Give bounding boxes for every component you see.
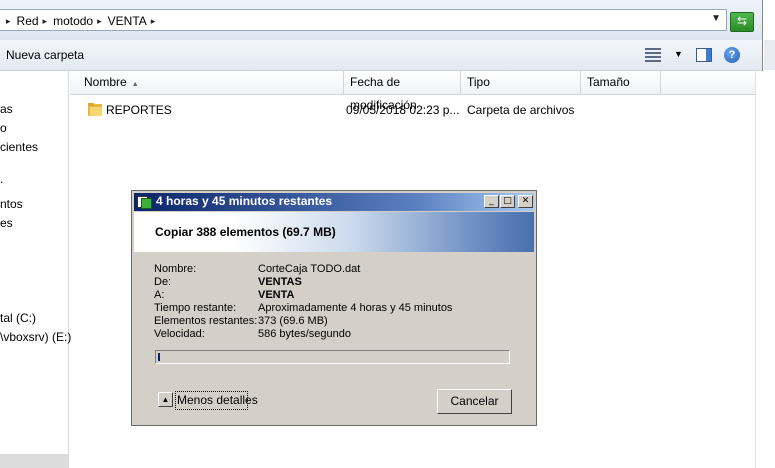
detail-value: 373 (69.6 MB): [258, 315, 328, 327]
close-button[interactable]: ✕: [518, 195, 533, 208]
progress-fill: [158, 353, 160, 361]
chevron-right-icon[interactable]: ▸: [93, 16, 108, 27]
navigation-pane-footer: [0, 454, 68, 468]
progress-bar: [155, 350, 510, 364]
content-border: [755, 71, 763, 468]
file-row[interactable]: REPORTES 09/05/2018 02:23 p... Carpeta d…: [70, 100, 755, 120]
detail-value: Aproximadamente 4 horas y 45 minutos: [258, 302, 453, 314]
file-type: Carpeta de archivos: [467, 103, 575, 117]
column-header-type-label: Tipo: [467, 75, 490, 89]
column-header-type[interactable]: Tipo: [461, 71, 581, 94]
nav-item[interactable]: es: [0, 216, 13, 230]
detail-label: Velocidad:: [154, 328, 205, 340]
maximize-button[interactable]: □: [500, 195, 515, 208]
nav-item[interactable]: as: [0, 102, 13, 116]
dialog-title: 4 horas y 45 minutos restantes: [156, 194, 333, 208]
nav-item[interactable]: ntos: [0, 197, 23, 211]
minimize-button[interactable]: _: [484, 195, 499, 208]
nav-item[interactable]: .: [0, 172, 3, 186]
chevron-right-icon[interactable]: ▸: [147, 16, 162, 27]
chevron-up-icon[interactable]: ▲: [158, 392, 173, 407]
copy-icon: [137, 195, 152, 209]
detail-value[interactable]: VENTAS: [258, 276, 302, 289]
breadcrumb-items: ▸ Red ▸ motodo ▸ VENTA ▸: [2, 14, 161, 28]
detail-value: CorteCaja TODO.dat: [258, 263, 361, 275]
file-name: REPORTES: [106, 103, 172, 117]
column-header-name-label: Nombre: [84, 75, 127, 89]
dialog-titlebar[interactable]: 4 horas y 45 minutos restantes _ □ ✕: [134, 193, 534, 211]
address-bar: ▸ Red ▸ motodo ▸ VENTA ▸ ▼ ⇆: [0, 0, 762, 40]
nav-item[interactable]: cientes: [0, 140, 38, 154]
copy-progress-dialog: 4 horas y 45 minutos restantes _ □ ✕ Cop…: [131, 190, 537, 426]
detail-label: Elementos restantes:: [154, 315, 258, 327]
detail-label: De:: [154, 276, 172, 288]
new-folder-button[interactable]: Nueva carpeta: [6, 48, 84, 62]
file-modified: 09/05/2018 02:23 p...: [346, 103, 460, 117]
column-header-size-label: Tamaño: [587, 75, 630, 89]
column-headers: Nombre ▲ Fecha de modificación Tipo Tamañ…: [70, 71, 755, 112]
window-edge: [762, 0, 775, 468]
detail-row-time-remaining: Tiempo restante: Aproximadamente 4 horas…: [154, 302, 474, 315]
detail-row-to: A: VENTA: [154, 289, 474, 302]
folder-icon: [88, 103, 102, 116]
detail-label: A:: [154, 289, 165, 301]
address-history-dropdown[interactable]: ▼: [711, 13, 721, 24]
nav-item-drive-e[interactable]: \vboxsrv) (E:): [0, 330, 71, 344]
views-icon[interactable]: [645, 47, 661, 62]
less-details-button[interactable]: Menos detalles: [175, 391, 258, 410]
command-bar: Nueva carpeta ▼ ?: [0, 40, 762, 71]
detail-label: Tiempo restante:: [154, 302, 237, 314]
detail-label: Nombre:: [154, 263, 197, 275]
chevron-down-icon[interactable]: ▼: [674, 49, 683, 59]
window-edge-control: [764, 40, 775, 70]
nav-item-drive-c[interactable]: tal (C:): [0, 311, 36, 325]
breadcrumb-item-motodo[interactable]: motodo: [53, 14, 93, 28]
detail-value[interactable]: VENTA: [258, 289, 294, 302]
navigation-pane: as o cientes . ntos es tal (C:) \vboxsrv…: [0, 71, 71, 468]
nav-item[interactable]: o: [0, 121, 7, 135]
detail-value: 586 bytes/segundo: [258, 328, 351, 340]
detail-row-speed: Velocidad: 586 bytes/segundo: [154, 328, 474, 341]
detail-row-items-remaining: Elementos restantes: 373 (69.6 MB): [154, 315, 474, 328]
column-header-name[interactable]: Nombre ▲: [78, 71, 344, 94]
help-icon[interactable]: ?: [724, 47, 740, 63]
breadcrumb[interactable]: ▸ Red ▸ motodo ▸ VENTA ▸ ▼: [0, 9, 727, 31]
column-header-modified[interactable]: Fecha de modificación: [344, 71, 461, 112]
preview-pane-icon[interactable]: [696, 48, 712, 62]
column-header-size[interactable]: Tamaño: [581, 71, 661, 94]
detail-row-from: De: VENTAS: [154, 276, 474, 289]
breadcrumb-item-venta[interactable]: VENTA: [108, 14, 147, 28]
detail-row-name: Nombre: CorteCaja TODO.dat: [154, 263, 474, 276]
breadcrumb-item-red[interactable]: Red: [17, 14, 39, 28]
copy-summary: Copiar 388 elementos (69.7 MB): [155, 225, 336, 239]
sort-ascending-icon: ▲: [131, 81, 139, 88]
dialog-banner: Copiar 388 elementos (69.7 MB): [134, 212, 534, 252]
chevron-right-icon[interactable]: ▸: [2, 16, 17, 27]
chevron-right-icon[interactable]: ▸: [39, 16, 54, 27]
cancel-button[interactable]: Cancelar: [437, 389, 512, 414]
refresh-go-icon[interactable]: ⇆: [730, 12, 754, 32]
